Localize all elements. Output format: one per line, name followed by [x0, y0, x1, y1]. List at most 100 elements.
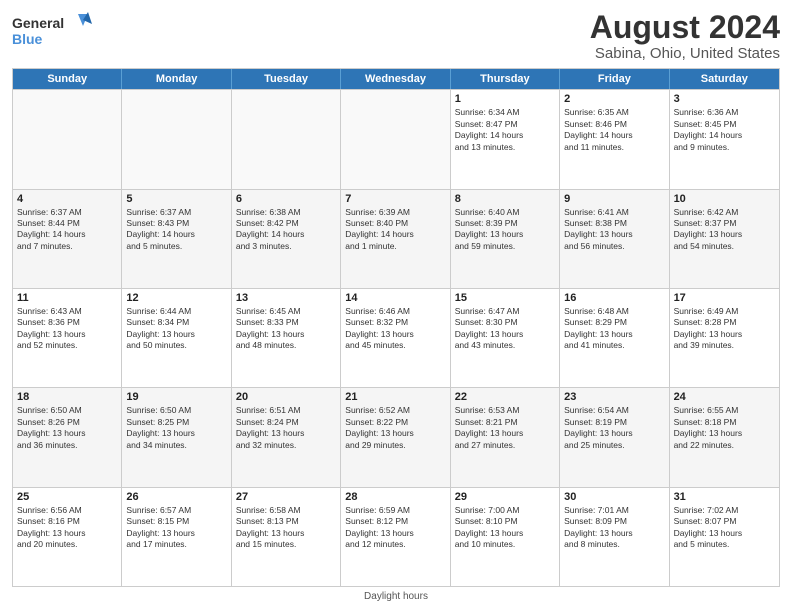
day-number: 5 [126, 193, 226, 205]
calendar-row-1: 1 Sunrise: 6:34 AM Sunset: 8:47 PM Daylig… [13, 89, 779, 188]
cell-info: Sunrise: 6:59 AM Sunset: 8:12 PM Dayligh… [345, 505, 445, 551]
cell-info: Sunrise: 6:40 AM Sunset: 8:39 PM Dayligh… [455, 207, 555, 253]
cell-info: Sunrise: 6:47 AM Sunset: 8:30 PM Dayligh… [455, 306, 555, 352]
calendar-cell: 18 Sunrise: 6:50 AM Sunset: 8:26 PM Dayli… [13, 388, 122, 486]
subtitle: Sabina, Ohio, United States [590, 45, 780, 62]
calendar-cell: 27 Sunrise: 6:58 AM Sunset: 8:13 PM Dayli… [232, 488, 341, 586]
calendar-row-3: 11Sunrise: 6:43 AM Sunset: 8:36 PM Dayli… [13, 288, 779, 387]
calendar-cell [13, 90, 122, 188]
day-number: 10 [674, 193, 775, 205]
calendar-cell: 3Sunrise: 6:36 AM Sunset: 8:45 PM Daylig… [670, 90, 779, 188]
calendar-cell: 15 Sunrise: 6:47 AM Sunset: 8:30 PM Dayli… [451, 289, 560, 387]
day-number: 30 [564, 491, 664, 503]
calendar-cell: 30 Sunrise: 7:01 AM Sunset: 8:09 PM Dayli… [560, 488, 669, 586]
calendar-cell: 1 Sunrise: 6:34 AM Sunset: 8:47 PM Daylig… [451, 90, 560, 188]
day-number: 14 [345, 292, 445, 304]
calendar: SundayMondayTuesdayWednesdayThursdayFrid… [12, 68, 780, 587]
header: General Blue August 2024 Sabina, Ohio, U… [12, 10, 780, 62]
calendar-cell: 31 Sunrise: 7:02 AM Sunset: 8:07 PM Dayli… [670, 488, 779, 586]
calendar-body: 1 Sunrise: 6:34 AM Sunset: 8:47 PM Daylig… [13, 89, 779, 586]
calendar-cell: 6 Sunrise: 6:38 AM Sunset: 8:42 PM Daylig… [232, 190, 341, 288]
day-number: 31 [674, 491, 775, 503]
cell-info: Sunrise: 6:41 AM Sunset: 8:38 PM Dayligh… [564, 207, 664, 253]
day-number: 15 [455, 292, 555, 304]
cell-info: Sunrise: 7:01 AM Sunset: 8:09 PM Dayligh… [564, 505, 664, 551]
cell-info: Sunrise: 6:38 AM Sunset: 8:42 PM Dayligh… [236, 207, 336, 253]
day-number: 26 [126, 491, 226, 503]
day-number: 19 [126, 391, 226, 403]
calendar-cell: 26 Sunrise: 6:57 AM Sunset: 8:15 PM Dayli… [122, 488, 231, 586]
title-block: August 2024 Sabina, Ohio, United States [590, 10, 780, 62]
calendar-cell: 14 Sunrise: 6:46 AM Sunset: 8:32 PM Dayli… [341, 289, 450, 387]
calendar-cell: 11Sunrise: 6:43 AM Sunset: 8:36 PM Dayli… [13, 289, 122, 387]
day-number: 16 [564, 292, 664, 304]
calendar-cell: 25 Sunrise: 6:56 AM Sunset: 8:16 PM Dayli… [13, 488, 122, 586]
header-day-saturday: Saturday [670, 69, 779, 89]
cell-info: Sunrise: 6:35 AM Sunset: 8:46 PM Dayligh… [564, 107, 664, 153]
cell-info: Sunrise: 6:54 AM Sunset: 8:19 PM Dayligh… [564, 405, 664, 451]
calendar-cell: 13 Sunrise: 6:45 AM Sunset: 8:33 PM Dayli… [232, 289, 341, 387]
cell-info: Sunrise: 6:39 AM Sunset: 8:40 PM Dayligh… [345, 207, 445, 253]
svg-text:General: General [12, 15, 64, 31]
cell-info: Sunrise: 6:53 AM Sunset: 8:21 PM Dayligh… [455, 405, 555, 451]
cell-info: Sunrise: 6:58 AM Sunset: 8:13 PM Dayligh… [236, 505, 336, 551]
day-number: 25 [17, 491, 117, 503]
svg-text:Blue: Blue [12, 31, 43, 47]
day-number: 18 [17, 391, 117, 403]
cell-info: Sunrise: 6:57 AM Sunset: 8:15 PM Dayligh… [126, 505, 226, 551]
calendar-cell [122, 90, 231, 188]
day-number: 7 [345, 193, 445, 205]
page: General Blue August 2024 Sabina, Ohio, U… [0, 0, 792, 612]
cell-info: Sunrise: 6:34 AM Sunset: 8:47 PM Dayligh… [455, 107, 555, 153]
cell-info: Sunrise: 7:02 AM Sunset: 8:07 PM Dayligh… [674, 505, 775, 551]
day-number: 23 [564, 391, 664, 403]
cell-info: Sunrise: 6:48 AM Sunset: 8:29 PM Dayligh… [564, 306, 664, 352]
cell-info: Sunrise: 6:55 AM Sunset: 8:18 PM Dayligh… [674, 405, 775, 451]
day-number: 13 [236, 292, 336, 304]
cell-info: Sunrise: 6:56 AM Sunset: 8:16 PM Dayligh… [17, 505, 117, 551]
day-number: 12 [126, 292, 226, 304]
day-number: 27 [236, 491, 336, 503]
header-day-sunday: Sunday [13, 69, 122, 89]
day-number: 28 [345, 491, 445, 503]
calendar-cell: 28 Sunrise: 6:59 AM Sunset: 8:12 PM Dayli… [341, 488, 450, 586]
day-number: 1 [455, 93, 555, 105]
calendar-cell: 24Sunrise: 6:55 AM Sunset: 8:18 PM Dayli… [670, 388, 779, 486]
calendar-cell: 22 Sunrise: 6:53 AM Sunset: 8:21 PM Dayli… [451, 388, 560, 486]
calendar-row-2: 4 Sunrise: 6:37 AM Sunset: 8:44 PM Daylig… [13, 189, 779, 288]
day-number: 3 [674, 93, 775, 105]
calendar-row-5: 25 Sunrise: 6:56 AM Sunset: 8:16 PM Dayli… [13, 487, 779, 586]
logo: General Blue [12, 10, 92, 54]
day-number: 29 [455, 491, 555, 503]
calendar-cell: 9Sunrise: 6:41 AM Sunset: 8:38 PM Daylig… [560, 190, 669, 288]
cell-info: Sunrise: 6:45 AM Sunset: 8:33 PM Dayligh… [236, 306, 336, 352]
calendar-header: SundayMondayTuesdayWednesdayThursdayFrid… [13, 69, 779, 89]
cell-info: Sunrise: 6:42 AM Sunset: 8:37 PM Dayligh… [674, 207, 775, 253]
header-day-friday: Friday [560, 69, 669, 89]
day-number: 2 [564, 93, 664, 105]
day-number: 4 [17, 193, 117, 205]
day-number: 20 [236, 391, 336, 403]
calendar-cell: 10 Sunrise: 6:42 AM Sunset: 8:37 PM Dayli… [670, 190, 779, 288]
day-number: 17 [674, 292, 775, 304]
day-number: 22 [455, 391, 555, 403]
cell-info: Sunrise: 6:50 AM Sunset: 8:26 PM Dayligh… [17, 405, 117, 451]
cell-info: Sunrise: 6:49 AM Sunset: 8:28 PM Dayligh… [674, 306, 775, 352]
footer-note: Daylight hours [12, 591, 780, 602]
calendar-cell: 29 Sunrise: 7:00 AM Sunset: 8:10 PM Dayli… [451, 488, 560, 586]
calendar-cell: 4 Sunrise: 6:37 AM Sunset: 8:44 PM Daylig… [13, 190, 122, 288]
calendar-cell: 21Sunrise: 6:52 AM Sunset: 8:22 PM Dayli… [341, 388, 450, 486]
logo-svg: General Blue [12, 10, 92, 54]
main-title: August 2024 [590, 10, 780, 45]
day-number: 6 [236, 193, 336, 205]
calendar-cell: 16 Sunrise: 6:48 AM Sunset: 8:29 PM Dayli… [560, 289, 669, 387]
header-day-monday: Monday [122, 69, 231, 89]
cell-info: Sunrise: 6:43 AM Sunset: 8:36 PM Dayligh… [17, 306, 117, 352]
calendar-cell: 2 Sunrise: 6:35 AM Sunset: 8:46 PM Daylig… [560, 90, 669, 188]
cell-info: Sunrise: 6:46 AM Sunset: 8:32 PM Dayligh… [345, 306, 445, 352]
calendar-cell: 7 Sunrise: 6:39 AM Sunset: 8:40 PM Daylig… [341, 190, 450, 288]
cell-info: Sunrise: 6:37 AM Sunset: 8:44 PM Dayligh… [17, 207, 117, 253]
cell-info: Sunrise: 6:52 AM Sunset: 8:22 PM Dayligh… [345, 405, 445, 451]
cell-info: Sunrise: 7:00 AM Sunset: 8:10 PM Dayligh… [455, 505, 555, 551]
calendar-cell [232, 90, 341, 188]
